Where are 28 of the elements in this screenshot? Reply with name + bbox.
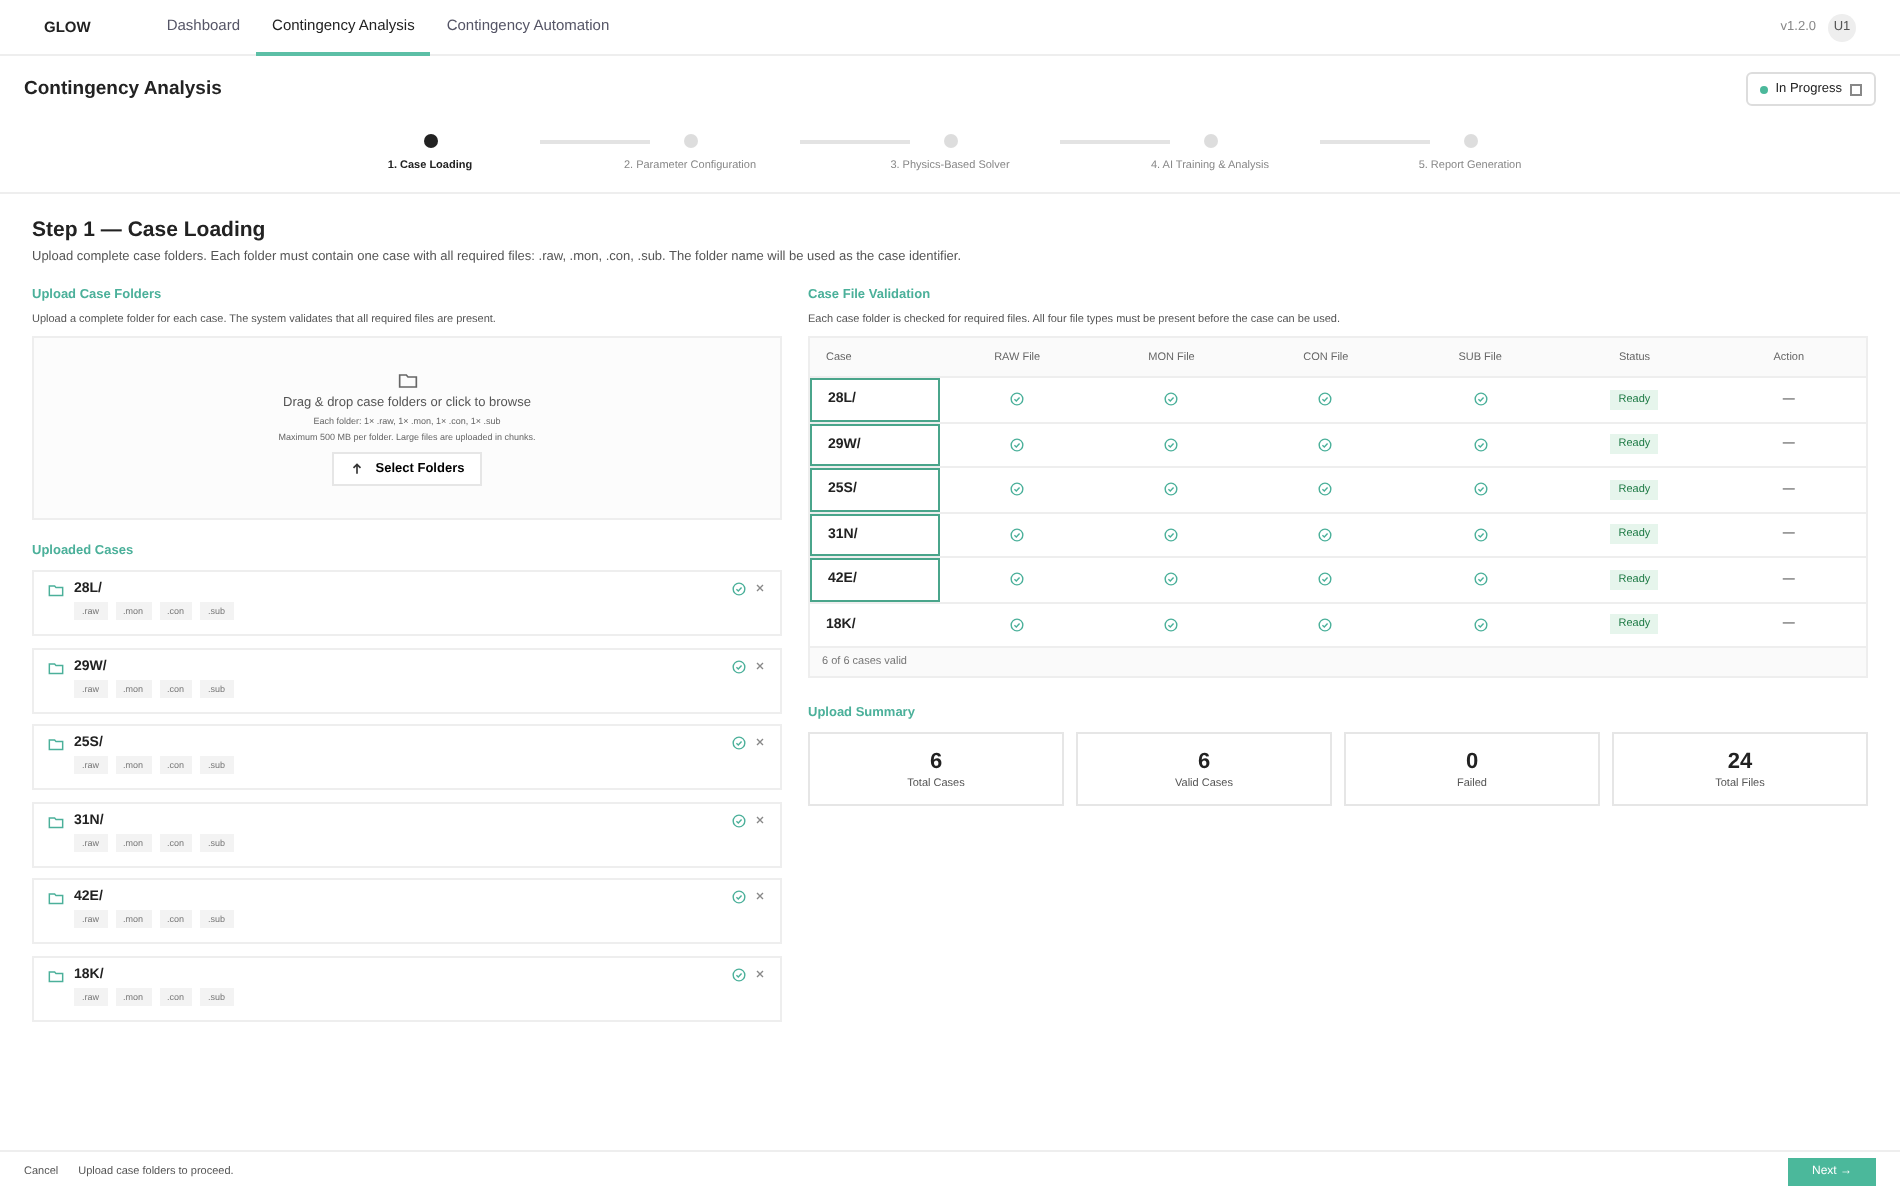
page-title: Contingency Analysis xyxy=(24,78,222,100)
close-icon[interactable] xyxy=(754,659,766,671)
folder-icon xyxy=(48,659,64,675)
folder-icon xyxy=(397,370,417,390)
folder-icon xyxy=(48,736,64,752)
check-circle-icon xyxy=(732,736,746,750)
folder-icon xyxy=(48,582,64,598)
upload-icon xyxy=(349,462,364,476)
folder-icon xyxy=(48,967,64,983)
square-icon xyxy=(1850,83,1862,95)
folder-icon xyxy=(48,890,64,906)
check-circle-icon xyxy=(732,813,746,827)
close-icon[interactable] xyxy=(754,967,766,979)
check-circle-icon xyxy=(732,890,746,904)
check-circle-icon xyxy=(732,582,746,596)
check-circle-icon xyxy=(732,967,746,981)
stat-value: 6 xyxy=(929,749,943,773)
close-icon[interactable] xyxy=(754,813,766,825)
close-icon[interactable] xyxy=(754,736,766,748)
close-icon[interactable] xyxy=(754,582,766,594)
stat-value: 6 xyxy=(1197,749,1211,773)
folder-icon xyxy=(48,813,64,829)
status-dot-icon xyxy=(1759,85,1768,93)
stat-value: 0 xyxy=(1465,749,1479,773)
check-circle-icon xyxy=(732,659,746,673)
stat-value: 24 xyxy=(1727,749,1753,773)
step-title: Step 1 — Case Loading xyxy=(32,218,268,242)
close-icon[interactable] xyxy=(754,890,766,902)
